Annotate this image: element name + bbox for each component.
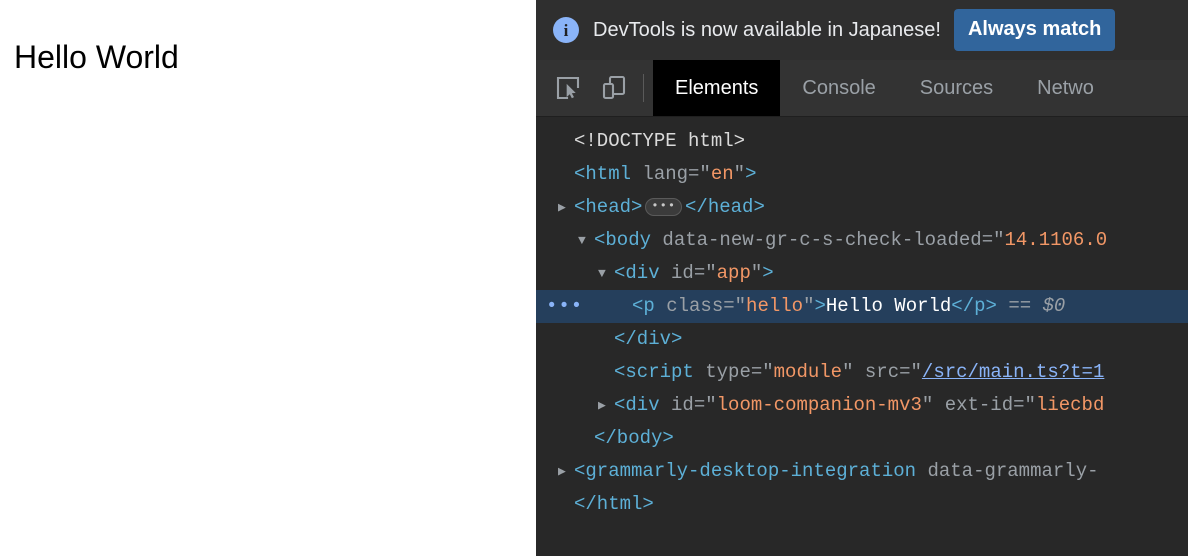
dom-tree[interactable]: ▶<!DOCTYPE html> ▶<html lang="en"> ▶<hea… bbox=[536, 117, 1188, 555]
dom-node-html-open[interactable]: ▶<html lang="en"> bbox=[536, 158, 1188, 191]
div-close-tag: </div> bbox=[614, 328, 683, 350]
devtools-panel: i DevTools is now available in Japanese!… bbox=[536, 0, 1188, 556]
attr-name-data-grammarly: data-grammarly- bbox=[927, 460, 1099, 482]
rendered-page: Hello World bbox=[0, 0, 536, 556]
dom-node-html-close[interactable]: ▶</html> bbox=[536, 488, 1188, 521]
banner-message: DevTools is now available in Japanese! bbox=[593, 18, 941, 41]
dom-node-grammarly[interactable]: ▶ <grammarly-desktop-integration data-gra… bbox=[536, 455, 1188, 488]
attr-value-lang: en bbox=[710, 163, 734, 185]
attr-name-id: id bbox=[671, 394, 694, 416]
head-close-tag: </head> bbox=[685, 196, 765, 218]
tab-network[interactable]: Netwo bbox=[1015, 60, 1116, 116]
text-node-hello-world: Hello World bbox=[825, 295, 952, 317]
tab-console[interactable]: Console bbox=[780, 60, 897, 116]
twisty-icon: ▶ bbox=[598, 323, 614, 356]
doctype-text: <!DOCTYPE html> bbox=[574, 130, 746, 152]
twisty-expanded-icon[interactable]: ▼ bbox=[598, 257, 614, 290]
dom-node-script[interactable]: ▶<script type="module" src="/src/main.ts… bbox=[536, 356, 1188, 389]
tag-name-body: body bbox=[605, 229, 652, 251]
row-options-dots[interactable]: ••• bbox=[546, 290, 583, 323]
attr-value-gr-check-loaded: 14.1106.0 bbox=[1004, 229, 1108, 251]
dom-node-div-app-close[interactable]: ▶</div> bbox=[536, 323, 1188, 356]
dom-node-p-hello-selected[interactable]: ••• <p class="hello">Hello World</p> == $… bbox=[536, 290, 1188, 323]
always-match-button[interactable]: Always match bbox=[953, 9, 1116, 51]
twisty-icon: ▶ bbox=[578, 422, 594, 455]
twisty-collapsed-icon[interactable]: ▶ bbox=[558, 191, 574, 224]
tab-elements[interactable]: Elements bbox=[653, 60, 781, 116]
tag-name-html: html bbox=[585, 163, 632, 185]
tag-name-div: div bbox=[625, 394, 660, 416]
body-close-tag: </body> bbox=[594, 427, 674, 449]
tag-name-grammarly-desktop-integration: grammarly-desktop-integration bbox=[585, 460, 917, 482]
toolbar-divider bbox=[643, 74, 644, 102]
twisty-collapsed-icon[interactable]: ▶ bbox=[598, 389, 614, 422]
p-close-tag: </p> bbox=[951, 295, 997, 317]
attr-value-ext-id: liecbd bbox=[1035, 394, 1105, 416]
attr-name-ext-id: ext-id bbox=[944, 394, 1014, 416]
inspect-element-icon[interactable] bbox=[545, 60, 591, 116]
selection-marker: == $0 bbox=[1008, 295, 1066, 317]
attr-value-class-hello: hello bbox=[746, 295, 804, 317]
twisty-icon: ▶ bbox=[558, 158, 574, 191]
dom-node-head[interactable]: ▶ <head> ••• </head> bbox=[536, 191, 1188, 224]
dom-node-body-close[interactable]: ▶</body> bbox=[536, 422, 1188, 455]
attr-name-class: class bbox=[666, 295, 724, 317]
head-open-tag: <head> bbox=[574, 196, 643, 218]
tag-name-p: p bbox=[643, 295, 655, 317]
dom-node-doctype[interactable]: ▶<!DOCTYPE html> bbox=[536, 125, 1188, 158]
info-icon: i bbox=[553, 17, 579, 43]
twisty-icon: ▶ bbox=[598, 356, 614, 389]
attr-value-type-module: module bbox=[773, 361, 843, 383]
page-heading-hello-world: Hello World bbox=[14, 39, 179, 75]
device-toolbar-icon[interactable] bbox=[591, 60, 637, 116]
dom-node-div-loom[interactable]: ▶ <div id="loom-companion-mv3" ext-id="li… bbox=[536, 389, 1188, 422]
dom-node-body-open[interactable]: ▼ <body data-new-gr-c-s-check-loaded="14.… bbox=[536, 224, 1188, 257]
attr-name-type: type bbox=[705, 361, 751, 383]
translation-banner: i DevTools is now available in Japanese!… bbox=[536, 0, 1188, 60]
tab-sources[interactable]: Sources bbox=[898, 60, 1015, 116]
devtools-tabstrip: Elements Console Sources Netwo bbox=[536, 60, 1188, 117]
twisty-expanded-icon[interactable]: ▼ bbox=[578, 224, 594, 257]
expand-ellipsis-badge[interactable]: ••• bbox=[645, 198, 683, 216]
tag-name-script: script bbox=[625, 361, 694, 383]
twisty-icon: ▶ bbox=[558, 488, 574, 521]
html-close-tag: </html> bbox=[574, 493, 654, 515]
tag-name-div: div bbox=[625, 262, 660, 284]
twisty-collapsed-icon[interactable]: ▶ bbox=[558, 455, 574, 488]
attr-value-id-app: app bbox=[716, 262, 751, 284]
attr-name-id: id bbox=[671, 262, 694, 284]
attr-value-loom-id: loom-companion-mv3 bbox=[716, 394, 922, 416]
attr-name-gr-check-loaded: data-new-gr-c-s-check-loaded bbox=[662, 229, 982, 251]
twisty-icon: ▶ bbox=[558, 125, 574, 158]
attr-value-src-link[interactable]: /src/main.ts?t=1 bbox=[922, 361, 1104, 383]
dom-node-div-app-open[interactable]: ▼ <div id="app"> bbox=[536, 257, 1188, 290]
attr-name-src: src bbox=[864, 361, 900, 383]
attr-name-lang: lang bbox=[642, 163, 689, 185]
